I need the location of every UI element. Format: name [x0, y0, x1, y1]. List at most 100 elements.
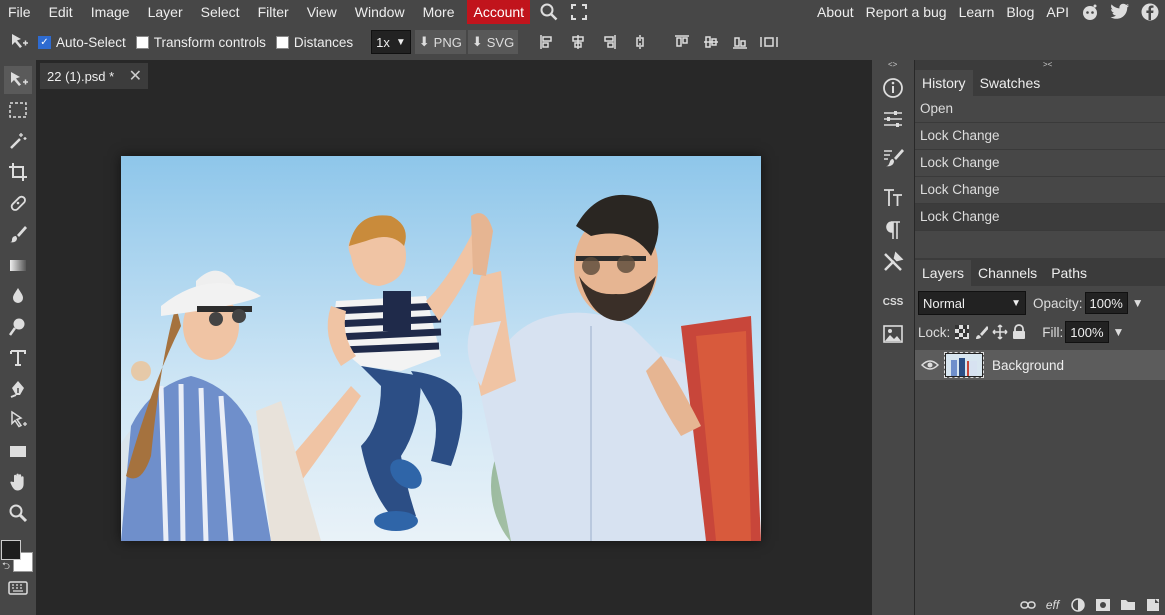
zoom-select[interactable]: 1x ▼ — [371, 30, 411, 54]
options-bar: ✓ Auto-Select Transform controls Distance… — [0, 24, 1165, 60]
menu-select[interactable]: Select — [192, 0, 249, 24]
move-tool[interactable] — [4, 66, 32, 94]
checkmark-icon: ✓ — [38, 35, 51, 49]
menu-filter[interactable]: Filter — [249, 0, 298, 24]
text-tool[interactable] — [4, 344, 32, 372]
close-icon[interactable]: ✕ — [129, 66, 142, 86]
tab-channels[interactable]: Channels — [971, 260, 1044, 286]
mask-icon[interactable] — [1090, 595, 1115, 615]
layer-row[interactable]: Background — [915, 350, 1165, 380]
css-panel-button[interactable]: CSS — [878, 288, 908, 316]
distribute-h-icon[interactable] — [629, 31, 651, 53]
history-item[interactable]: Lock Change — [915, 177, 1165, 204]
brush-panel-button[interactable] — [878, 144, 908, 172]
brush-tool[interactable] — [4, 220, 32, 248]
adjustments-panel-button[interactable] — [878, 105, 908, 133]
document-title: 22 (1).psd * — [47, 68, 115, 84]
auto-select-checkbox[interactable]: ✓ Auto-Select — [38, 35, 126, 50]
healing-brush-tool[interactable] — [4, 189, 32, 217]
align-bottom-icon[interactable] — [729, 31, 751, 53]
history-item[interactable]: Lock Change — [915, 204, 1165, 231]
paragraph-panel-button[interactable] — [878, 216, 908, 244]
foreground-color[interactable] — [1, 540, 21, 560]
eye-icon[interactable] — [921, 359, 939, 371]
path-select-tool[interactable] — [4, 406, 32, 434]
document-canvas[interactable] — [121, 156, 761, 541]
zoom-value: 1x — [376, 34, 390, 50]
effects-icon[interactable]: eff — [1040, 595, 1065, 615]
align-left-icon[interactable] — [536, 31, 558, 53]
menu-about[interactable]: About — [813, 0, 862, 24]
tab-paths[interactable]: Paths — [1044, 260, 1094, 286]
marquee-tool[interactable] — [4, 96, 32, 124]
blend-mode-select[interactable]: Normal ▼ — [918, 291, 1026, 315]
tool-presets-panel-button[interactable] — [878, 248, 908, 276]
history-item[interactable]: Lock Change — [915, 123, 1165, 150]
account-button[interactable]: Account — [467, 0, 531, 24]
align-center-h-icon[interactable] — [567, 31, 589, 53]
menu-report-bug[interactable]: Report a bug — [862, 0, 955, 24]
fill-input[interactable]: 100% — [1065, 321, 1109, 343]
character-panel-button[interactable] — [878, 184, 908, 212]
color-swatches[interactable]: ⮌ — [0, 538, 36, 574]
fullscreen-icon[interactable] — [568, 1, 590, 23]
link-icon[interactable] — [1015, 595, 1040, 615]
opacity-input[interactable]: 100% — [1084, 292, 1128, 314]
align-top-icon[interactable] — [671, 31, 693, 53]
info-panel-button[interactable] — [878, 74, 908, 102]
crop-tool[interactable] — [4, 158, 32, 186]
hand-tool[interactable] — [4, 468, 32, 496]
menu-more[interactable]: More — [414, 0, 464, 24]
lock-position-icon[interactable] — [992, 324, 1008, 340]
export-svg-button[interactable]: ⬇ SVG — [467, 30, 519, 54]
menu-blog[interactable]: Blog — [1002, 0, 1042, 24]
history-item[interactable]: Lock Change — [915, 150, 1165, 177]
tab-layers[interactable]: Layers — [915, 260, 972, 286]
menu-edit[interactable]: Edit — [40, 0, 82, 24]
menu-image[interactable]: Image — [82, 0, 139, 24]
search-icon[interactable] — [538, 1, 560, 23]
tab-swatches[interactable]: Swatches — [973, 70, 1048, 96]
lock-label: Lock: — [918, 324, 951, 340]
align-right-icon[interactable] — [598, 31, 620, 53]
fill-dropdown-icon[interactable]: ▼ — [1113, 325, 1125, 339]
menu-api[interactable]: API — [1042, 0, 1077, 24]
align-middle-icon[interactable] — [700, 31, 722, 53]
opacity-dropdown-icon[interactable]: ▼ — [1132, 296, 1144, 310]
menu-view[interactable]: View — [298, 0, 346, 24]
facebook-icon[interactable] — [1139, 1, 1161, 23]
zoom-tool[interactable] — [4, 499, 32, 527]
history-item[interactable]: Open — [915, 96, 1165, 123]
dodge-tool[interactable] — [4, 313, 32, 341]
keyboard-button[interactable] — [4, 574, 32, 602]
distances-checkbox[interactable]: Distances — [275, 35, 353, 50]
lock-pixels-icon[interactable] — [974, 325, 989, 339]
twitter-icon[interactable] — [1109, 1, 1131, 23]
chevron-down-icon: ▼ — [395, 36, 406, 48]
pen-tool[interactable] — [4, 375, 32, 403]
shape-tool[interactable] — [4, 437, 32, 465]
blur-tool[interactable] — [4, 282, 32, 310]
photo-image — [121, 156, 761, 541]
folder-icon[interactable] — [1115, 595, 1140, 615]
transform-controls-checkbox[interactable]: Transform controls — [135, 35, 266, 50]
document-tab[interactable]: 22 (1).psd * ✕ — [40, 63, 148, 89]
adjustment-layer-icon[interactable] — [1065, 595, 1090, 615]
menu-window[interactable]: Window — [346, 0, 414, 24]
lock-all-icon[interactable] — [1012, 324, 1026, 340]
menu-learn[interactable]: Learn — [955, 0, 1003, 24]
image-panel-button[interactable] — [878, 320, 908, 348]
lock-transparency-icon[interactable] — [955, 325, 970, 339]
reddit-icon[interactable] — [1079, 1, 1101, 23]
distribute-v-icon[interactable] — [758, 31, 780, 53]
menu-file[interactable]: File — [0, 0, 40, 24]
expand-arrows-icon[interactable]: >< — [1043, 60, 1052, 69]
tab-history[interactable]: History — [915, 70, 973, 96]
menu-layer[interactable]: Layer — [139, 0, 192, 24]
collapse-arrows-icon[interactable]: <> — [888, 60, 897, 69]
auto-select-label: Auto-Select — [56, 34, 126, 50]
magic-wand-tool[interactable] — [4, 127, 32, 155]
new-layer-icon[interactable] — [1140, 595, 1165, 615]
export-png-button[interactable]: ⬇ PNG — [414, 30, 466, 54]
gradient-tool[interactable] — [4, 251, 32, 279]
